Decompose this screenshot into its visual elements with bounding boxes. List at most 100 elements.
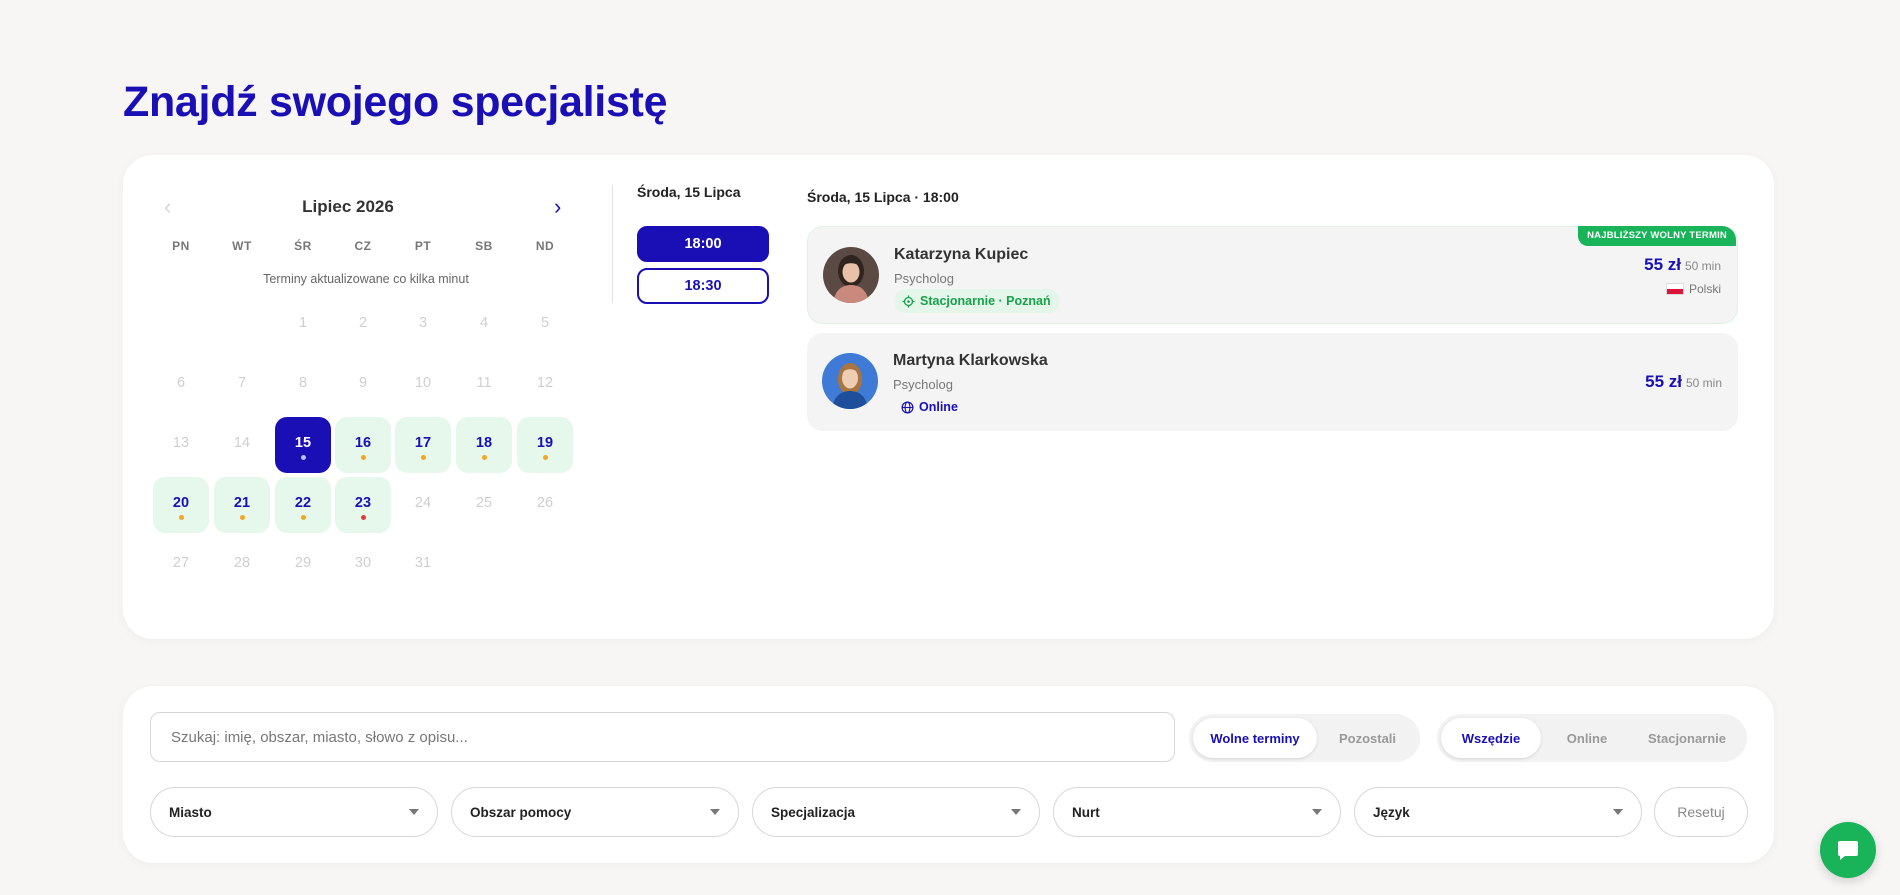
calendar-day-number: 2 (358, 315, 368, 331)
calendar-day[interactable]: 23 (335, 477, 391, 533)
select-label: Obszar pomocy (470, 804, 572, 820)
mode-label: Online (919, 400, 958, 414)
calendar-day: 4 (456, 297, 512, 353)
calendar-day-number: 5 (540, 315, 550, 331)
specialist-card[interactable]: Martyna Klarkowska Psycholog Online 55 z… (807, 333, 1738, 431)
calendar-day[interactable]: 19 (517, 417, 573, 473)
availability-dot-icon (240, 515, 245, 520)
calendar-day-number: 6 (176, 375, 186, 391)
calendar-day-number: 13 (172, 435, 190, 451)
calendar-day-number: 3 (418, 315, 428, 331)
calendar-day: 14 (214, 417, 270, 473)
calendar-day-number: 21 (233, 495, 251, 511)
language-select[interactable]: Język (1354, 787, 1642, 837)
calendar-weekday: PT (414, 239, 432, 253)
location-option-online[interactable]: Online (1543, 718, 1631, 758)
calendar-day: 3 (395, 297, 451, 353)
calendar-day: 11 (456, 357, 512, 413)
availability-option-others[interactable]: Pozostali (1319, 718, 1416, 758)
calendar-day[interactable]: 22 (275, 477, 331, 533)
reset-button[interactable]: Resetuj (1654, 787, 1748, 837)
availability-dot-icon (301, 455, 306, 460)
calendar-day-number: 29 (294, 555, 312, 571)
price-value: 55 zł (1645, 372, 1682, 391)
price: 55 zł 50 min (1644, 255, 1721, 275)
calendar-day[interactable]: 20 (153, 477, 209, 533)
search-input[interactable] (150, 712, 1175, 762)
chat-bubble-icon (1838, 841, 1858, 860)
specialist-name: Katarzyna Kupiec (894, 246, 1029, 263)
booking-card: ‹ Lipiec 2026 › PN WT ŚR CZ PT SB ND Terminy a… (123, 155, 1774, 639)
calendar-day: 30 (335, 537, 391, 593)
availability-dot-icon (543, 455, 548, 460)
filters-panel: Wolne terminy Pozostali Wszędzie Online … (123, 686, 1774, 863)
calendar-weekday: CZ (354, 239, 372, 253)
city-select[interactable]: Miasto (150, 787, 438, 837)
calendar-day-number: 9 (358, 375, 368, 391)
slots-date-label: Środa, 15 Lipca (637, 184, 741, 200)
location-option-everywhere[interactable]: Wszędzie (1441, 718, 1541, 758)
calendar-day: 24 (395, 477, 451, 533)
calendar-day: 2 (335, 297, 391, 353)
calendar-day: 31 (395, 537, 451, 593)
calendar-day-number: 24 (414, 495, 432, 511)
duration: 50 min (1684, 259, 1721, 273)
specialists-heading: Środa, 15 Lipca · 18:00 (807, 189, 959, 205)
language: Polski (1665, 282, 1721, 296)
specialist-role: Psycholog (893, 377, 953, 392)
calendar-day: 9 (335, 357, 391, 413)
calendar-weekday: SB (475, 239, 493, 253)
calendar-day-number: 26 (536, 495, 554, 511)
calendar-day[interactable]: 15 (275, 417, 331, 473)
location-option-onsite[interactable]: Stacjonarnie (1633, 718, 1741, 758)
calendar-prev-icon[interactable]: ‹ (164, 192, 171, 222)
calendar-day-number: 12 (536, 375, 554, 391)
divider (612, 185, 613, 303)
avatar (822, 353, 878, 409)
calendar-day-number: 31 (414, 555, 432, 571)
availability-option-free[interactable]: Wolne terminy (1193, 718, 1317, 758)
calendar-day[interactable]: 21 (214, 477, 270, 533)
select-label: Specjalizacja (771, 804, 856, 820)
location-crosshair-icon (902, 294, 915, 308)
specialist-card[interactable]: Katarzyna Kupiec Psycholog Stacjonarnie … (807, 226, 1738, 324)
calendar-day[interactable]: 17 (395, 417, 451, 473)
time-slot-button[interactable]: 18:00 (637, 226, 769, 262)
calendar-day: 7 (214, 357, 270, 413)
specialist-name: Martyna Klarkowska (893, 352, 1048, 369)
calendar-day[interactable]: 18 (456, 417, 512, 473)
duration: 50 min (1685, 376, 1722, 390)
calendar-day: 25 (456, 477, 512, 533)
chat-button[interactable] (1820, 822, 1876, 878)
calendar-weekday: PN (172, 239, 190, 253)
chevron-down-icon (1011, 809, 1021, 815)
calendar-day: 5 (517, 297, 573, 353)
calendar-day-number: 30 (354, 555, 372, 571)
calendar-day-number: 10 (414, 375, 432, 391)
calendar-day-number: 11 (476, 375, 492, 391)
calendar-day-number: 19 (536, 435, 554, 451)
approach-select[interactable]: Nurt (1053, 787, 1341, 837)
help-area-select[interactable]: Obszar pomocy (451, 787, 739, 837)
calendar-day-number: 22 (294, 495, 312, 511)
location-toggle: Wszędzie Online Stacjonarnie (1437, 714, 1747, 762)
calendar-day-number: 25 (475, 495, 493, 511)
calendar-day-number: 20 (172, 495, 190, 511)
calendar-next-icon[interactable]: › (554, 192, 561, 222)
availability-dot-icon (482, 455, 487, 460)
nearest-slot-badge: NAJBLIŻSZY WOLNY TERMIN (1578, 226, 1736, 246)
specialization-select[interactable]: Specjalizacja (752, 787, 1040, 837)
calendar-day-number: 14 (233, 435, 251, 451)
chevron-down-icon (1613, 809, 1623, 815)
availability-dot-icon (361, 455, 366, 460)
availability-dot-icon (179, 515, 184, 520)
time-slot-button[interactable]: 18:30 (637, 268, 769, 304)
calendar-day-number: 28 (233, 555, 251, 571)
calendar-day[interactable]: 16 (335, 417, 391, 473)
calendar-day: 1 (275, 297, 331, 353)
price: 55 zł 50 min (1645, 372, 1722, 392)
calendar-day: 6 (153, 357, 209, 413)
page-title: Znajdź swojego specjalistę (123, 78, 668, 126)
chevron-down-icon (409, 809, 419, 815)
calendar-day-number: 7 (237, 375, 247, 391)
